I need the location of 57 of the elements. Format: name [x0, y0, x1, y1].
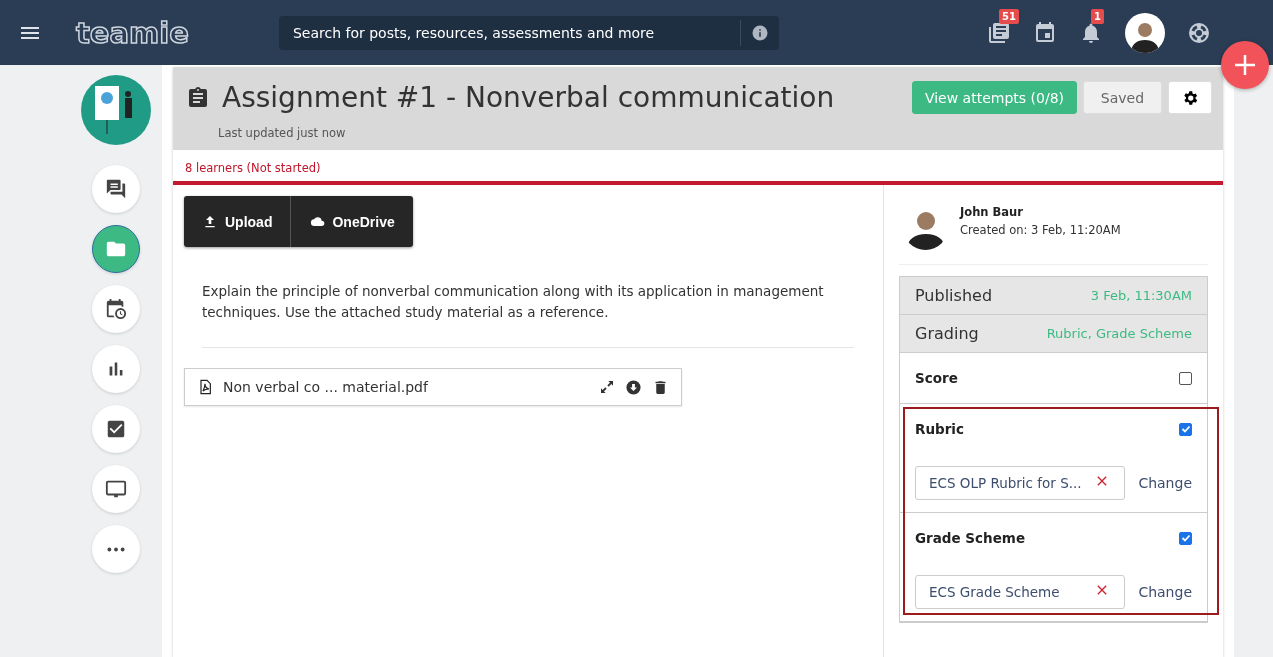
upload-button[interactable]: Upload — [184, 196, 291, 247]
assignment-description: Explain the principle of nonverbal communication along with its application in management techniques. Use the attached study material as a reference. — [202, 281, 854, 348]
help-button[interactable] — [1187, 20, 1211, 45]
calendar-clock-icon — [105, 298, 127, 320]
download-button[interactable] — [625, 378, 642, 396]
sidebar-button[interactable] — [92, 225, 140, 273]
calendar-icon — [1033, 20, 1057, 45]
chip-label: ECS OLP Rubric for S... — [929, 475, 1082, 491]
checkbox[interactable] — [1179, 371, 1192, 385]
checkbox[interactable] — [1179, 531, 1192, 545]
more-icon — [107, 546, 125, 552]
settings-icon — [1181, 88, 1199, 107]
chip-label: ECS Grade Scheme — [929, 584, 1060, 600]
help-icon — [1187, 20, 1211, 45]
last-updated: Last updated just now — [218, 126, 347, 140]
author-name: John Baur — [960, 205, 1024, 219]
sidebar-button[interactable] — [92, 405, 140, 453]
newsfeed-icon — [987, 20, 1011, 45]
option-label: Grade Scheme — [915, 530, 1026, 546]
created-date: Created on: 3 Feb, 11:20AM — [960, 223, 1121, 237]
search-field[interactable]: Search for posts, resources, assessments and more — [278, 15, 779, 50]
profile-avatar[interactable] — [1125, 12, 1165, 53]
sidebar-button[interactable] — [92, 285, 140, 333]
onedrive-button[interactable]: OneDrive — [290, 196, 413, 247]
change-link[interactable]: Change — [1138, 584, 1192, 600]
upload-icon — [202, 213, 218, 230]
pdf-icon — [197, 379, 213, 395]
attachment-name: Non verbal co ... material.pdf — [223, 379, 430, 395]
attachment-item[interactable]: Non verbal co ... material.pdf — [184, 368, 682, 406]
logo[interactable]: teamie — [70, 10, 195, 55]
download-icon — [625, 378, 642, 396]
assignment-title: Assignment #1 - Nonverbal communication — [222, 81, 835, 114]
monitor-icon — [105, 478, 127, 500]
sidebar-button[interactable] — [92, 465, 140, 513]
change-link[interactable]: Change — [1138, 475, 1192, 491]
checkbox[interactable] — [1179, 422, 1192, 436]
expand-icon — [599, 379, 615, 395]
option-label: Score — [915, 370, 958, 386]
checkbox-icon — [105, 418, 127, 440]
info-label: Published — [915, 286, 993, 305]
saved-button[interactable]: Saved — [1083, 81, 1162, 114]
expand-button[interactable] — [599, 379, 615, 395]
calendar-button[interactable] — [1033, 20, 1057, 45]
settings-button[interactable] — [1168, 81, 1212, 114]
info-label: Grading — [915, 324, 979, 343]
news-button[interactable] — [987, 20, 1011, 45]
info-value: Rubric, Grade Scheme — [1046, 326, 1192, 341]
learners-status: 8 learners (Not started) — [173, 150, 1223, 185]
count-badge: 1 — [1091, 8, 1104, 24]
sidebar-button[interactable] — [92, 345, 140, 393]
sidebar-button[interactable] — [92, 165, 140, 213]
info-value: 3 Feb, 11:30AM — [1090, 288, 1192, 303]
clipboard-icon — [186, 85, 210, 110]
info-icon — [750, 23, 769, 42]
chat-icon — [105, 178, 127, 200]
count-badge: 51 — [999, 8, 1019, 24]
option-label: Rubric — [915, 421, 964, 437]
